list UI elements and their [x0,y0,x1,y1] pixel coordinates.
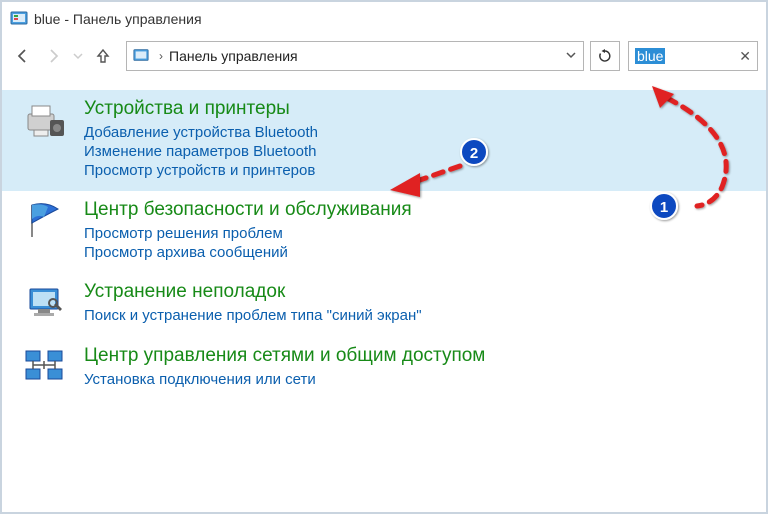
category-title[interactable]: Устранение неполадок [84,281,746,303]
address-text: Панель управления [169,48,561,64]
back-button[interactable] [10,43,36,69]
search-value: blue [635,48,665,64]
address-dropdown[interactable] [565,48,577,64]
toolbar: › Панель управления blue ✕ [2,36,766,76]
security-flag-icon [24,201,68,245]
control-panel-icon [10,9,28,30]
category-troubleshoot[interactable]: Устранение неполадок Поиск и устранение … [2,273,766,337]
window-title: blue - Панель управления [34,11,202,27]
category-security-center[interactable]: Центр безопасности и обслуживания Просмо… [2,191,766,273]
category-link[interactable]: Добавление устройства Bluetooth [84,124,746,141]
clear-search-icon[interactable]: ✕ [739,48,751,65]
category-link[interactable]: Просмотр архива сообщений [84,244,746,261]
category-devices-printers[interactable]: Устройства и принтеры Добавление устройс… [2,90,766,191]
category-title[interactable]: Центр управления сетями и общим доступом [84,345,746,367]
chevron-right-icon[interactable]: › [159,49,163,63]
category-link[interactable]: Поиск и устранение проблем типа "синий э… [84,307,746,324]
category-link[interactable]: Установка подключения или сети [84,371,746,388]
category-link[interactable]: Просмотр решения проблем [84,225,746,242]
up-button[interactable] [90,43,116,69]
network-sharing-icon [24,347,68,391]
troubleshoot-icon [24,283,68,327]
category-title[interactable]: Центр безопасности и обслуживания [84,199,746,221]
category-link[interactable]: Просмотр устройств и принтеров [84,162,746,179]
refresh-button[interactable] [590,41,620,71]
recent-dropdown[interactable] [70,43,86,69]
titlebar: blue - Панель управления [2,2,766,36]
control-panel-icon [133,47,149,66]
search-box[interactable]: blue ✕ [628,41,758,71]
address-bar[interactable]: › Панель управления [126,41,584,71]
results-list: Устройства и принтеры Добавление устройс… [2,76,766,413]
category-title[interactable]: Устройства и принтеры [84,98,746,120]
category-network-sharing[interactable]: Центр управления сетями и общим доступом… [2,337,766,401]
devices-printers-icon [24,100,68,144]
forward-button[interactable] [40,43,66,69]
category-link[interactable]: Изменение параметров Bluetooth [84,143,746,160]
